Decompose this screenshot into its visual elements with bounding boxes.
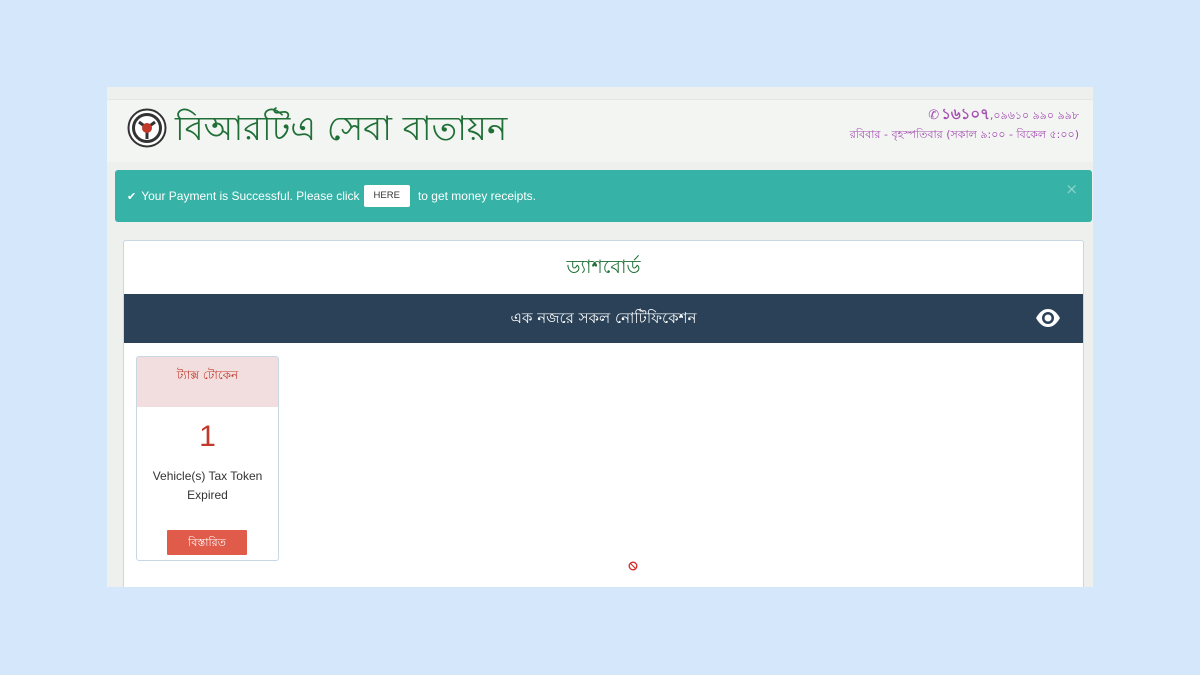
blocked-icon <box>628 561 638 571</box>
hotline: ✆ ১৬১০৭,০৯৬১০ ৯৯০ ৯৯৮ <box>850 104 1079 126</box>
notification-bar-title: এক নজরে সকল নোটিফিকেশন <box>510 309 697 327</box>
alert-message: ✔ Your Payment is Successful. Please cli… <box>127 184 536 208</box>
brta-logo-icon[interactable] <box>127 108 167 148</box>
service-hours: রবিবার - বৃহস্পতিবার (সকাল ৯:০০ - বিকেল … <box>849 128 1079 141</box>
site-title[interactable]: বিআরটিএ সেবা বাতায়ন <box>175 104 507 154</box>
card-description: Vehicle(s) Tax Token Expired <box>152 469 263 502</box>
details-button[interactable]: বিস্তারিত <box>167 530 247 555</box>
payment-success-alert: ✔ Your Payment is Successful. Please cli… <box>115 170 1092 222</box>
tax-token-card: ট্যাক্স টোকেন 1 Vehicle(s) Tax Token Exp… <box>136 356 279 561</box>
expired-count: 1 <box>199 420 216 453</box>
page-title: ড্যাশবোর্ড <box>566 256 641 278</box>
alert-text-before: Your Payment is Successful. Please click <box>141 189 360 203</box>
here-button[interactable]: HERE <box>363 185 410 207</box>
browser-viewport: বিআরটিএ সেবা বাতায়ন ✆ ১৬১০৭,০৯৬১০ ৯৯০ ৯৯… <box>107 87 1093 587</box>
close-icon[interactable]: × <box>1065 180 1078 198</box>
alert-text-after: to get money receipts. <box>417 189 537 203</box>
card-title: ট্যাক্স টোকেন <box>137 357 278 407</box>
notification-bar: এক নজরে সকল নোটিফিকেশন <box>124 294 1083 343</box>
hotline-alt-number: ,০৯৬১০ ৯৯০ ৯৯৮ <box>989 109 1079 122</box>
phone-icon: ✆ <box>928 108 940 123</box>
eye-icon[interactable] <box>1035 307 1061 329</box>
check-icon: ✔ <box>127 190 137 203</box>
dashboard-panel: ড্যাশবোর্ড এক নজরে সকল নোটিফিকেশন ট্যাক্… <box>123 240 1084 587</box>
hotline-number: ১৬১০৭ <box>941 105 990 123</box>
contact-info: ✆ ১৬১০৭,০৯৬১০ ৯৯০ ৯৯৮ রবিবার - বৃহস্পতিবা… <box>850 104 1079 144</box>
site-header: বিআরটিএ সেবা বাতায়ন ✆ ১৬১০৭,০৯৬১০ ৯৯০ ৯৯… <box>107 99 1093 162</box>
